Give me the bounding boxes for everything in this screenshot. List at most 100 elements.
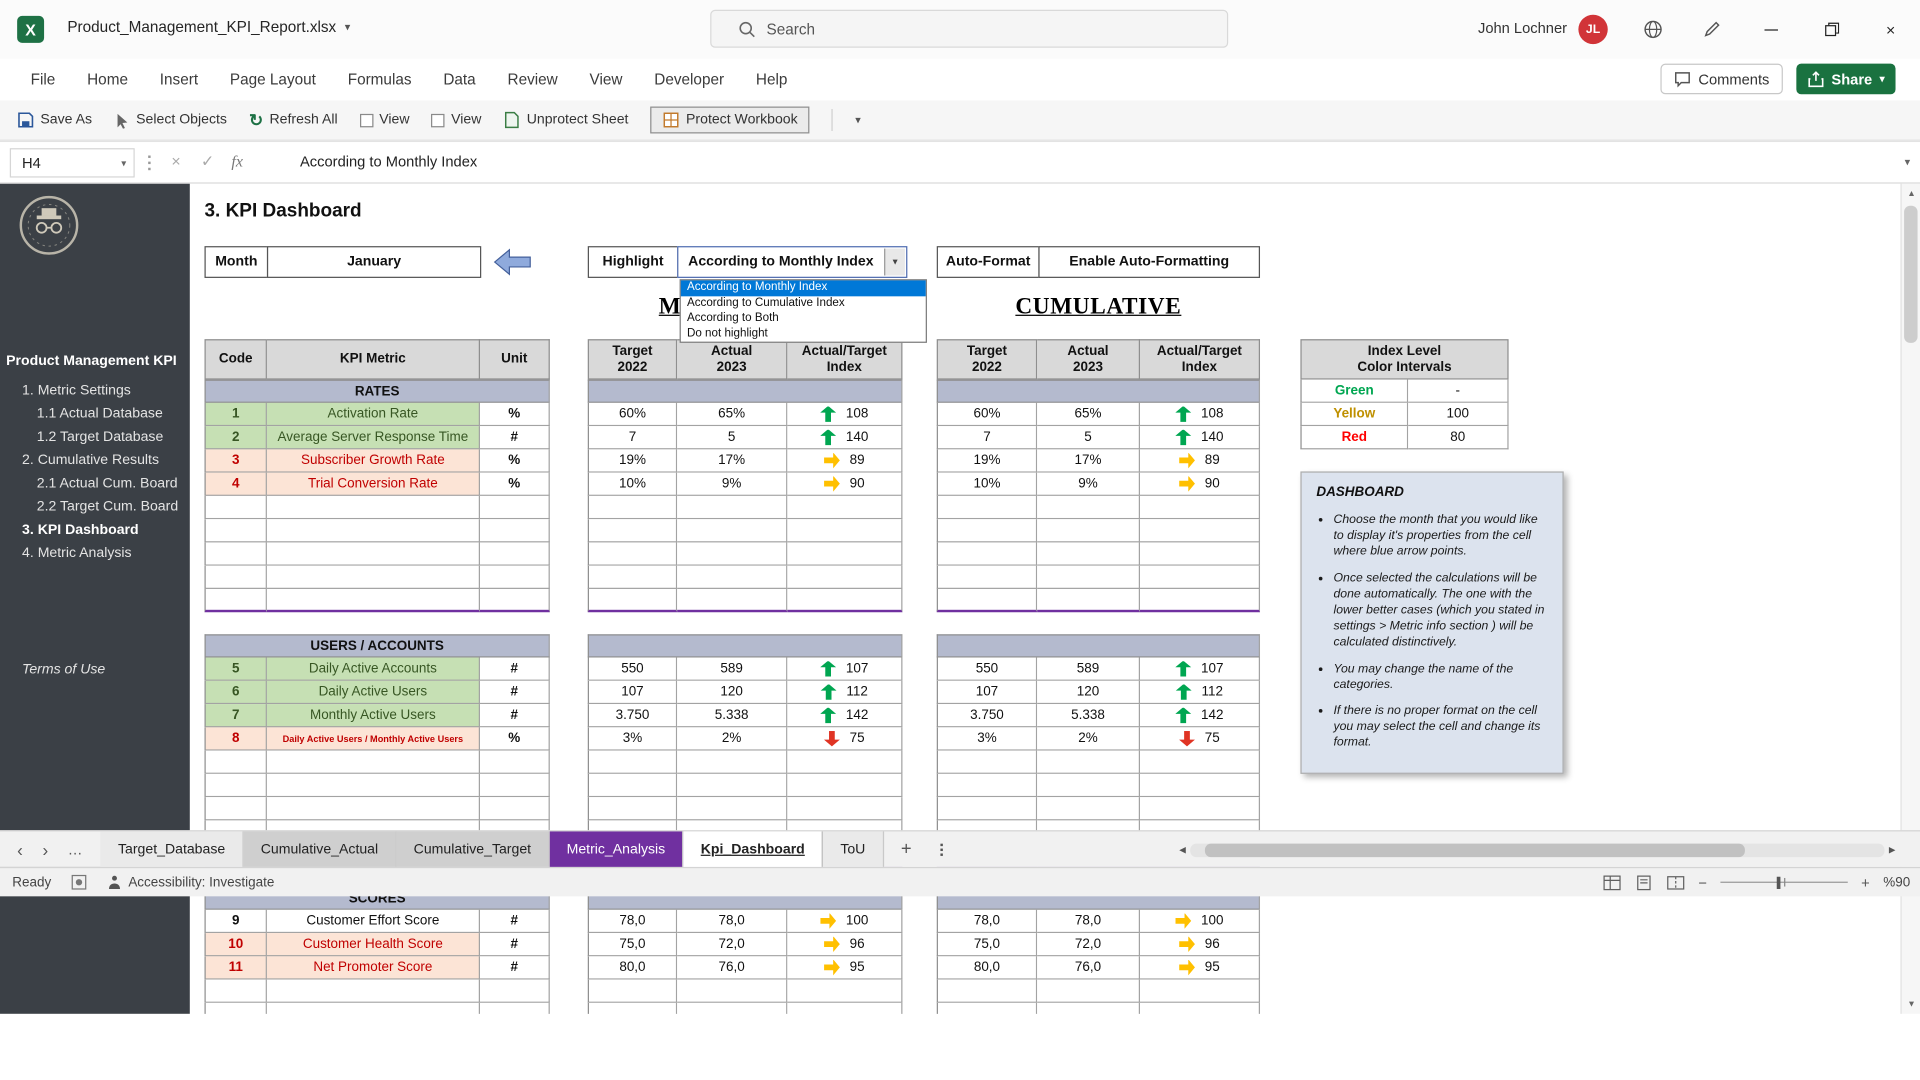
sheet-tab-cumulative_target[interactable]: Cumulative_Target <box>397 831 550 867</box>
sheet-tab-tou[interactable]: ToU <box>823 831 884 867</box>
cell[interactable] <box>588 774 677 797</box>
cell[interactable]: Yellow <box>1300 403 1408 426</box>
cell[interactable] <box>480 519 550 542</box>
cell[interactable]: 3.750 <box>937 704 1037 727</box>
macro-record-icon[interactable] <box>71 874 87 890</box>
cell[interactable]: 107 <box>588 681 677 704</box>
cell[interactable]: 75,0 <box>937 933 1037 956</box>
cell[interactable]: 96 <box>1140 933 1260 956</box>
cell[interactable]: 3% <box>588 727 677 750</box>
cell[interactable] <box>937 797 1037 820</box>
sheet-tab-cumulative_actual[interactable]: Cumulative_Actual <box>244 831 397 867</box>
cell[interactable]: % <box>480 727 550 750</box>
cell[interactable] <box>267 774 480 797</box>
sidebar-item[interactable]: 4. Metric Analysis <box>0 542 190 565</box>
cell[interactable]: 75 <box>1140 727 1260 750</box>
horizontal-scrollbar-thumb[interactable] <box>1205 843 1746 856</box>
cell[interactable] <box>480 566 550 589</box>
cell[interactable] <box>588 566 677 589</box>
sheet-options-button[interactable] <box>929 831 956 867</box>
cell[interactable] <box>787 566 902 589</box>
cell[interactable] <box>937 542 1037 565</box>
sidebar-item[interactable]: 1.2 Target Database <box>0 426 190 449</box>
cell[interactable]: 140 <box>1140 426 1260 449</box>
dropdown-option[interactable]: According to Both <box>681 311 926 326</box>
cell[interactable] <box>1140 797 1260 820</box>
pen-icon[interactable] <box>1702 20 1722 40</box>
cell[interactable] <box>267 519 480 542</box>
cell[interactable] <box>677 1003 787 1014</box>
cell[interactable] <box>480 496 550 519</box>
cell[interactable] <box>267 1003 480 1014</box>
cell[interactable] <box>588 496 677 519</box>
cell[interactable] <box>1037 797 1140 820</box>
cell[interactable]: 140 <box>787 426 902 449</box>
cell[interactable]: 76,0 <box>677 956 787 979</box>
checkbox-icon[interactable] <box>360 113 373 126</box>
fx-icon[interactable]: fx <box>231 152 242 172</box>
cell[interactable]: USERS / ACCOUNTS <box>204 634 549 657</box>
cell[interactable] <box>588 542 677 565</box>
cell[interactable]: 3% <box>937 727 1037 750</box>
cell[interactable] <box>787 589 902 612</box>
cell[interactable] <box>677 797 787 820</box>
cell[interactable]: - <box>1408 380 1508 403</box>
cell[interactable]: 96 <box>787 933 902 956</box>
cell[interactable] <box>204 542 266 565</box>
cell[interactable]: 9% <box>677 473 787 496</box>
sheet-tab-kpi_dashboard[interactable]: Kpi_Dashboard <box>684 831 824 867</box>
menu-help[interactable]: Help <box>740 59 803 101</box>
cell[interactable]: Trial Conversion Rate <box>267 473 480 496</box>
cell[interactable]: 78,0 <box>1037 910 1140 933</box>
cell[interactable]: 550 <box>937 658 1037 681</box>
cell[interactable]: % <box>480 403 550 426</box>
refresh-all-button[interactable]: ↻ Refresh All <box>249 110 338 131</box>
formula-bar-expand-button[interactable]: ▾ <box>1905 156 1911 169</box>
cell[interactable]: # <box>480 704 550 727</box>
cell[interactable]: 4 <box>204 473 266 496</box>
cell[interactable]: Actual/Target Index <box>787 339 902 379</box>
cell[interactable]: # <box>480 426 550 449</box>
month-value-cell[interactable]: January <box>267 246 481 278</box>
cell[interactable]: 5 <box>1037 426 1140 449</box>
cell[interactable]: 2% <box>677 727 787 750</box>
cell[interactable] <box>267 566 480 589</box>
cell[interactable] <box>588 634 903 657</box>
cell[interactable]: Unit <box>480 339 550 379</box>
cell[interactable]: 7 <box>937 426 1037 449</box>
cell[interactable]: 142 <box>787 704 902 727</box>
cell[interactable] <box>204 566 266 589</box>
horizontal-scrollbar-track[interactable] <box>1191 843 1884 856</box>
cell[interactable]: 7 <box>204 704 266 727</box>
cell[interactable]: 11 <box>204 956 266 979</box>
scroll-right-icon[interactable]: ▶ <box>1889 845 1896 855</box>
cell[interactable] <box>937 774 1037 797</box>
name-box[interactable]: H4 ▾ <box>10 148 135 177</box>
cell[interactable]: 3 <box>204 449 266 472</box>
scroll-left-icon[interactable]: ◀ <box>1179 845 1186 855</box>
cell[interactable]: Actual 2023 <box>677 339 787 379</box>
cell[interactable]: Customer Health Score <box>267 933 480 956</box>
cell[interactable] <box>1140 542 1260 565</box>
cell[interactable]: 589 <box>677 658 787 681</box>
cell[interactable]: 108 <box>787 403 902 426</box>
cell[interactable] <box>787 797 902 820</box>
zoom-slider[interactable] <box>1720 875 1847 890</box>
cell[interactable]: 589 <box>1037 658 1140 681</box>
cell[interactable] <box>267 751 480 774</box>
cell[interactable]: # <box>480 933 550 956</box>
scroll-down-icon[interactable]: ▼ <box>1902 994 1920 1014</box>
cell[interactable] <box>1037 980 1140 1003</box>
zoom-in-button[interactable]: + <box>1861 874 1870 891</box>
page-layout-view-icon[interactable] <box>1635 874 1653 891</box>
cell[interactable]: 9 <box>204 910 266 933</box>
page-break-view-icon[interactable] <box>1666 874 1684 891</box>
cell[interactable]: 65% <box>677 403 787 426</box>
all-sheets-button[interactable]: … <box>68 841 84 858</box>
cell[interactable]: 142 <box>1140 704 1260 727</box>
cell[interactable] <box>677 519 787 542</box>
highlight-label-cell[interactable]: Highlight <box>588 246 679 278</box>
cell[interactable] <box>1140 774 1260 797</box>
cell[interactable]: Daily Active Users <box>267 681 480 704</box>
cell[interactable] <box>1140 1003 1260 1014</box>
